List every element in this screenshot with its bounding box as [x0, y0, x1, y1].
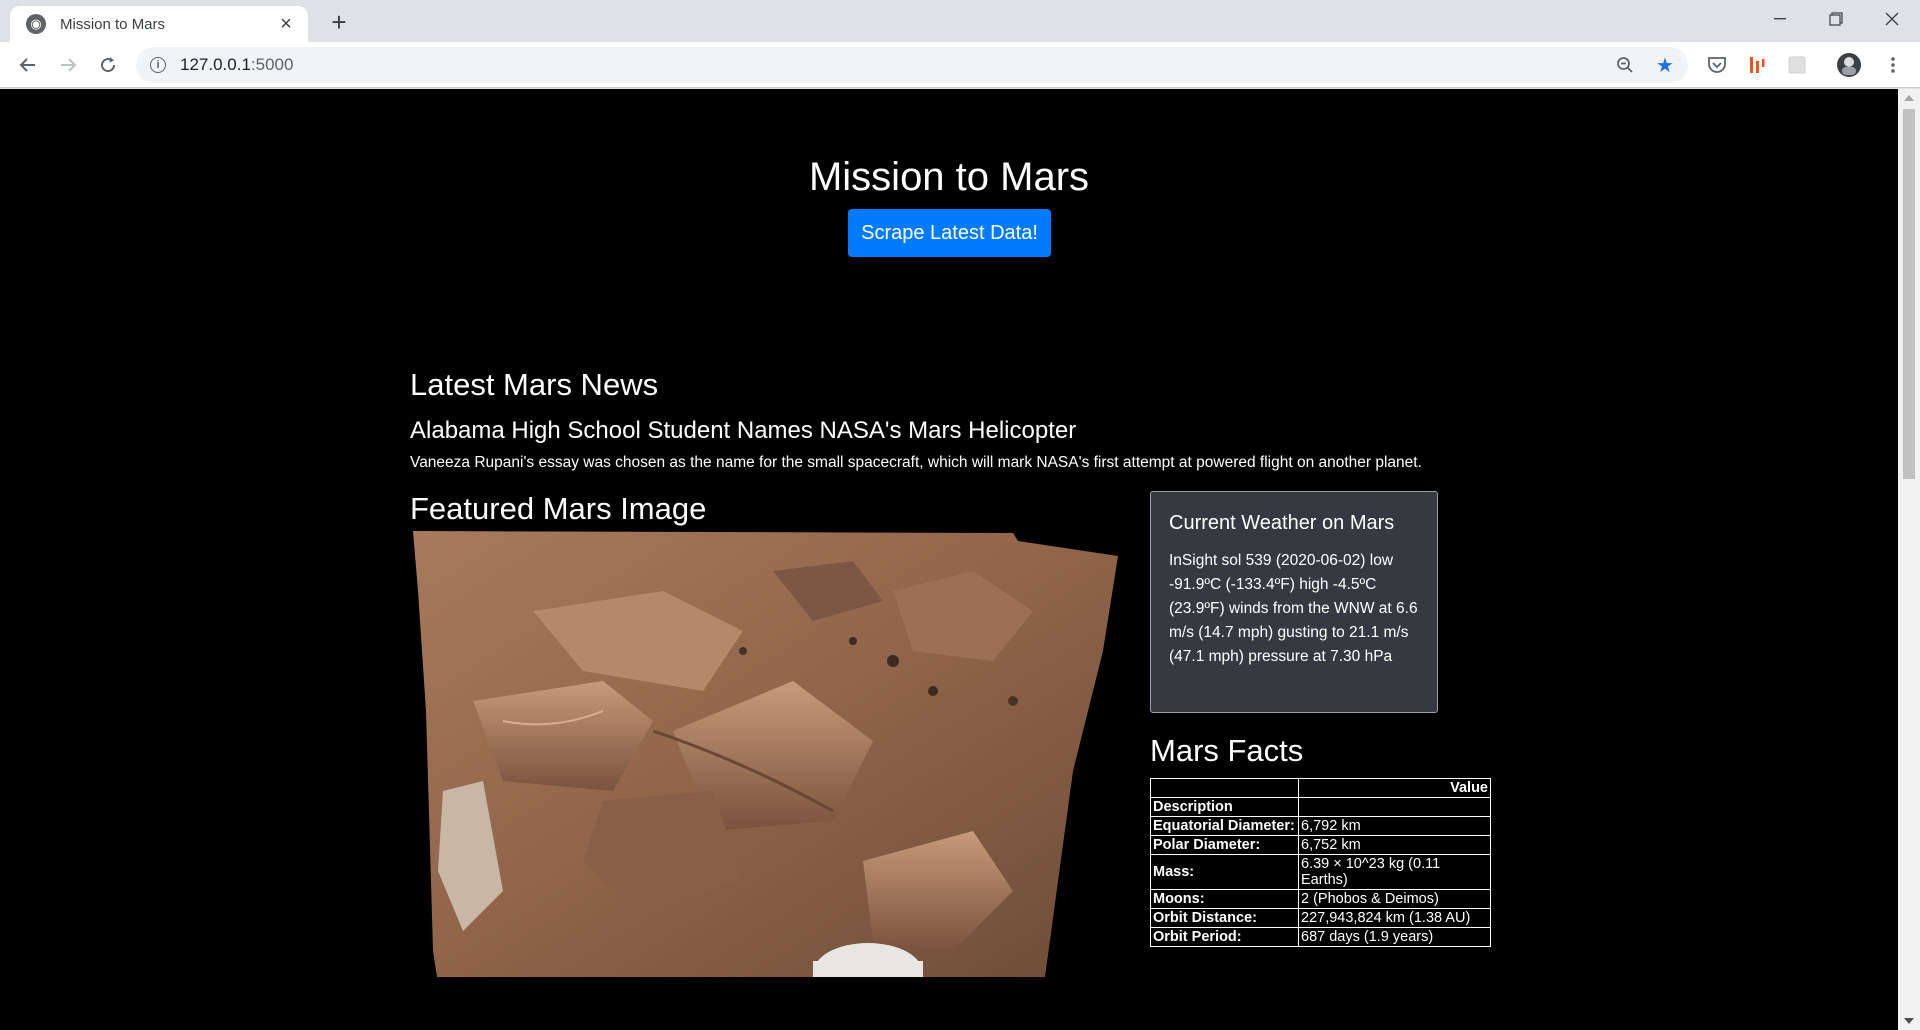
scroll-thumb[interactable]: [1903, 109, 1915, 479]
browser-toolbar: i 127.0.0.1:5000 ★: [0, 42, 1920, 88]
star-icon[interactable]: ★: [1656, 47, 1674, 83]
browser-tab-active[interactable]: ◉ Mission to Mars ×: [10, 6, 308, 42]
fact-value: 687 days (1.9 years): [1298, 927, 1491, 947]
featured-image-heading: Featured Mars Image: [410, 491, 707, 526]
pocket-icon[interactable]: [1704, 52, 1730, 78]
address-bar[interactable]: i 127.0.0.1:5000 ★: [136, 47, 1688, 83]
fact-value: 6,752 km: [1298, 835, 1491, 855]
reload-icon[interactable]: [92, 49, 124, 81]
news-teaser: Vaneeza Rupani's essay was chosen as the…: [410, 454, 1422, 471]
fact-value: 6,792 km: [1298, 816, 1491, 836]
page-scrollbar[interactable]: [1898, 89, 1920, 1030]
kebab-menu-icon[interactable]: [1880, 52, 1906, 78]
scrape-button[interactable]: Scrape Latest Data!: [848, 209, 1051, 257]
fact-value: 6.39 × 10^23 kg (0.11 Earths): [1298, 854, 1491, 890]
table-row: Polar Diameter: 6,752 km: [1150, 835, 1491, 855]
restore-icon[interactable]: [1808, 0, 1864, 38]
table-row: Equatorial Diameter: 6,792 km: [1150, 816, 1491, 836]
window-close-icon[interactable]: [1864, 0, 1920, 38]
info-icon[interactable]: i: [150, 57, 166, 73]
table-row: Orbit Distance: 227,943,824 km (1.38 AU): [1150, 908, 1491, 928]
scroll-up-icon[interactable]: [1904, 95, 1914, 101]
tab-strip: ◉ Mission to Mars × +: [0, 0, 1920, 42]
news-heading: Latest Mars News: [410, 367, 659, 402]
page-viewport: Mission to Mars Scrape Latest Data! Late…: [0, 89, 1898, 1030]
table-header-description: Description: [1150, 797, 1299, 817]
table-row: Moons: 2 (Phobos & Deimos): [1150, 889, 1491, 909]
weather-card: Current Weather on Mars InSight sol 539 …: [1150, 491, 1438, 713]
fact-label: Polar Diameter:: [1150, 835, 1299, 855]
mars-facts-table: Value Description Equatorial Diameter: 6…: [1150, 778, 1491, 947]
mars-facts-heading: Mars Facts: [1150, 733, 1304, 768]
table-header-row: Value: [1150, 778, 1491, 798]
zoom-out-icon[interactable]: [1616, 47, 1634, 83]
arrow-right-icon[interactable]: [52, 49, 84, 81]
weather-title: Current Weather on Mars: [1169, 512, 1395, 534]
featured-mars-image: [413, 531, 1118, 977]
table-header-row: Description: [1150, 797, 1491, 817]
close-icon[interactable]: ×: [276, 14, 296, 34]
table-row: Mass: 6.39 × 10^23 kg (0.11 Earths): [1150, 854, 1491, 890]
scroll-down-icon[interactable]: [1904, 1018, 1914, 1024]
url-text: 127.0.0.1:5000: [180, 55, 294, 74]
fact-label: Equatorial Diameter:: [1150, 816, 1299, 836]
plus-icon[interactable]: +: [323, 6, 355, 38]
page-title: Mission to Mars: [808, 155, 1090, 199]
weather-body: InSight sol 539 (2020-06-02) low -91.9ºC…: [1169, 552, 1418, 665]
news-headline: Alabama High School Student Names NASA's…: [410, 417, 1077, 444]
fact-label: Orbit Period:: [1150, 927, 1299, 947]
fact-label: Mass:: [1150, 854, 1299, 890]
fact-value: 2 (Phobos & Deimos): [1298, 889, 1491, 909]
minimize-icon[interactable]: [1752, 0, 1808, 38]
extension-grey-icon[interactable]: [1784, 52, 1810, 78]
extension-icon[interactable]: [1744, 52, 1770, 78]
table-header-empty: [1150, 778, 1299, 798]
table-header-value: Value: [1298, 778, 1491, 798]
fact-value: 227,943,824 km (1.38 AU): [1298, 908, 1491, 928]
tab-title: Mission to Mars: [60, 15, 166, 33]
fact-label: Moons:: [1150, 889, 1299, 909]
globe-icon: ◉: [26, 14, 46, 34]
avatar[interactable]: [1836, 52, 1862, 78]
fact-label: Orbit Distance:: [1150, 908, 1299, 928]
table-row: Orbit Period: 687 days (1.9 years): [1150, 927, 1491, 947]
arrow-left-icon[interactable]: [12, 49, 44, 81]
table-header-blank: [1298, 797, 1491, 817]
